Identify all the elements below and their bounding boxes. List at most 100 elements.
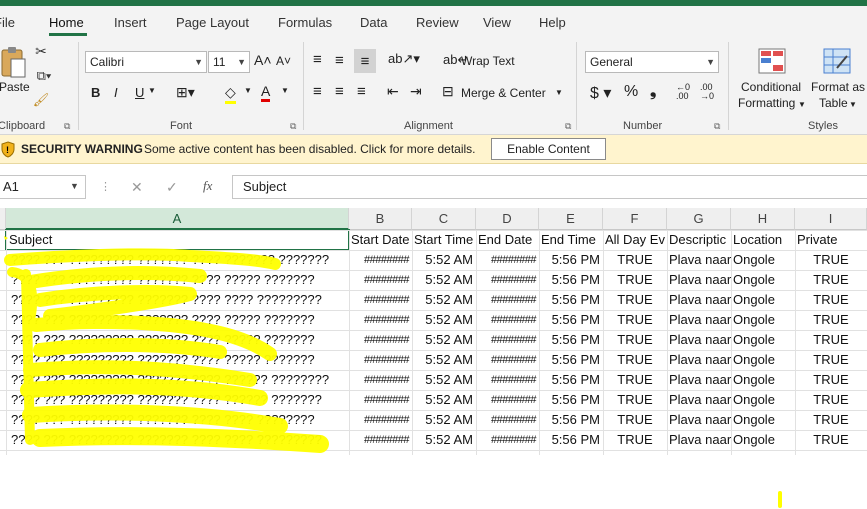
header-cell-start-date[interactable]: Start Date xyxy=(349,230,412,250)
cell-location[interactable]: Ongole xyxy=(731,370,795,390)
chevron-down-icon[interactable]: ▼ xyxy=(244,86,252,95)
conditional-formatting-icon[interactable] xyxy=(757,46,787,76)
align-middle-icon[interactable]: ≡ xyxy=(335,52,344,69)
cell-all-day-event[interactable]: TRUE xyxy=(603,250,667,270)
cell-description[interactable]: Plava naar xyxy=(667,250,731,270)
cell-start-date[interactable]: ######## xyxy=(349,390,412,410)
cut-icon[interactable]: ✂ xyxy=(33,43,49,59)
column-header-c[interactable]: C xyxy=(412,208,476,230)
cell-private[interactable]: TRUE xyxy=(795,350,867,370)
font-launcher-icon[interactable]: ⧉ xyxy=(290,121,296,132)
cell-all-day-event[interactable]: TRUE xyxy=(603,290,667,310)
cell-start-time[interactable]: 5:52 AM xyxy=(412,330,476,350)
chevron-down-icon[interactable]: ▼ xyxy=(281,86,289,95)
cell-start-date[interactable]: ######## xyxy=(349,290,412,310)
cell-private[interactable]: TRUE xyxy=(795,310,867,330)
insert-function-button[interactable]: fx xyxy=(203,178,212,194)
header-cell-end-date[interactable]: End Date xyxy=(476,230,539,250)
wrap-text-button[interactable]: Wrap Text xyxy=(461,54,515,68)
cell-description[interactable]: Plava naar xyxy=(667,430,731,450)
tab-home[interactable]: Home xyxy=(49,15,84,30)
merge-center-icon[interactable]: ⊟ xyxy=(442,83,454,100)
cell-start-time[interactable]: 5:52 AM xyxy=(412,270,476,290)
cell-end-date[interactable]: ######## xyxy=(476,350,539,370)
tab-formulas[interactable]: Formulas xyxy=(278,15,332,30)
cell-all-day-event[interactable]: TRUE xyxy=(603,410,667,430)
tab-page-layout[interactable]: Page Layout xyxy=(176,15,249,30)
format-as-table-label1[interactable]: Format as xyxy=(811,80,865,94)
cell-description[interactable]: Plava naar xyxy=(667,270,731,290)
cell-end-time[interactable]: 5:56 PM xyxy=(539,250,603,270)
cell-end-time[interactable]: 5:56 PM xyxy=(539,370,603,390)
cell-end-date[interactable]: ######## xyxy=(476,310,539,330)
header-cell-start-time[interactable]: Start Time xyxy=(412,230,476,250)
cell-start-date[interactable]: ######## xyxy=(349,250,412,270)
cell-start-time[interactable]: 5:52 AM xyxy=(412,250,476,270)
cell-start-time[interactable]: 5:52 AM xyxy=(412,390,476,410)
cell-end-time[interactable]: 5:56 PM xyxy=(539,430,603,450)
cell-end-date[interactable]: ######## xyxy=(476,410,539,430)
header-cell-end-time[interactable]: End Time xyxy=(539,230,603,250)
number-format-dropdown[interactable]: General ▼ xyxy=(585,51,719,73)
cell-start-time[interactable]: 5:52 AM xyxy=(412,350,476,370)
cell-end-date[interactable]: ######## xyxy=(476,330,539,350)
enter-icon[interactable]: ✓ xyxy=(166,179,178,196)
cell-end-time[interactable]: 5:56 PM xyxy=(539,330,603,350)
borders-icon[interactable]: ⊞▾ xyxy=(176,84,195,101)
cell-start-date[interactable]: ######## xyxy=(349,350,412,370)
tab-insert[interactable]: Insert xyxy=(114,15,147,30)
increase-indent-icon[interactable]: ⇥ xyxy=(410,83,422,100)
bold-button[interactable]: B xyxy=(91,85,100,100)
tab-file[interactable]: File xyxy=(0,15,15,30)
header-cell-private[interactable]: Private xyxy=(795,230,867,250)
header-cell-description[interactable]: Descriptic xyxy=(667,230,731,250)
conditional-formatting-label2[interactable]: Formatting xyxy=(738,96,795,110)
italic-button[interactable]: I xyxy=(114,85,118,100)
format-as-table-icon[interactable] xyxy=(822,46,852,76)
increase-font-icon[interactable]: A˄ xyxy=(254,52,272,68)
decrease-decimal-icon[interactable]: .00 →0 xyxy=(700,83,714,101)
chevron-down-icon[interactable]: ▼ xyxy=(70,181,79,191)
security-warning-message[interactable]: Some active content has been disabled. C… xyxy=(144,142,476,156)
copy-icon[interactable]: ⧉▾ xyxy=(33,68,55,84)
cell-location[interactable]: Ongole xyxy=(731,330,795,350)
fill-color-icon[interactable]: ◇ xyxy=(225,84,236,104)
tab-view[interactable]: View xyxy=(483,15,511,30)
cell-end-date[interactable]: ######## xyxy=(476,250,539,270)
cell-end-date[interactable]: ######## xyxy=(476,290,539,310)
cell-private[interactable]: TRUE xyxy=(795,330,867,350)
column-header-g[interactable]: G xyxy=(667,208,731,230)
column-header-e[interactable]: E xyxy=(539,208,603,230)
align-bottom-icon[interactable]: ≡ xyxy=(354,49,376,73)
cell-start-time[interactable]: 5:52 AM xyxy=(412,410,476,430)
clipboard-launcher-icon[interactable]: ⧉ xyxy=(64,121,70,132)
cell-all-day-event[interactable]: TRUE xyxy=(603,370,667,390)
cell-private[interactable]: TRUE xyxy=(795,390,867,410)
cell-start-time[interactable]: 5:52 AM xyxy=(412,310,476,330)
conditional-formatting-label1[interactable]: Conditional xyxy=(741,80,801,94)
cell-description[interactable]: Plava naar xyxy=(667,370,731,390)
cell-location[interactable]: Ongole xyxy=(731,410,795,430)
paste-button[interactable]: Paste xyxy=(0,80,30,94)
chevron-down-icon[interactable]: ▼ xyxy=(555,88,563,97)
cell-start-date[interactable]: ######## xyxy=(349,270,412,290)
font-name-dropdown[interactable]: Calibri ▼ xyxy=(85,51,207,73)
paste-icon[interactable] xyxy=(0,44,28,80)
cell-end-time[interactable]: 5:56 PM xyxy=(539,410,603,430)
column-header-b[interactable]: B xyxy=(349,208,412,230)
cell-description[interactable]: Plava naar xyxy=(667,290,731,310)
header-cell-all-day-event[interactable]: All Day Ev xyxy=(603,230,667,250)
tab-data[interactable]: Data xyxy=(360,15,387,30)
decrease-font-icon[interactable]: A˅ xyxy=(276,54,291,68)
cell-end-time[interactable]: 5:56 PM xyxy=(539,350,603,370)
cell-end-time[interactable]: 5:56 PM xyxy=(539,290,603,310)
cell-description[interactable]: Plava naar xyxy=(667,410,731,430)
cell-location[interactable]: Ongole xyxy=(731,250,795,270)
column-header-d[interactable]: D xyxy=(476,208,539,230)
cell-private[interactable]: TRUE xyxy=(795,290,867,310)
cell-location[interactable]: Ongole xyxy=(731,350,795,370)
cell-start-time[interactable]: 5:52 AM xyxy=(412,370,476,390)
cell-description[interactable]: Plava naar xyxy=(667,350,731,370)
chevron-down-icon[interactable]: ▼ xyxy=(798,100,806,109)
tab-review[interactable]: Review xyxy=(416,15,459,30)
